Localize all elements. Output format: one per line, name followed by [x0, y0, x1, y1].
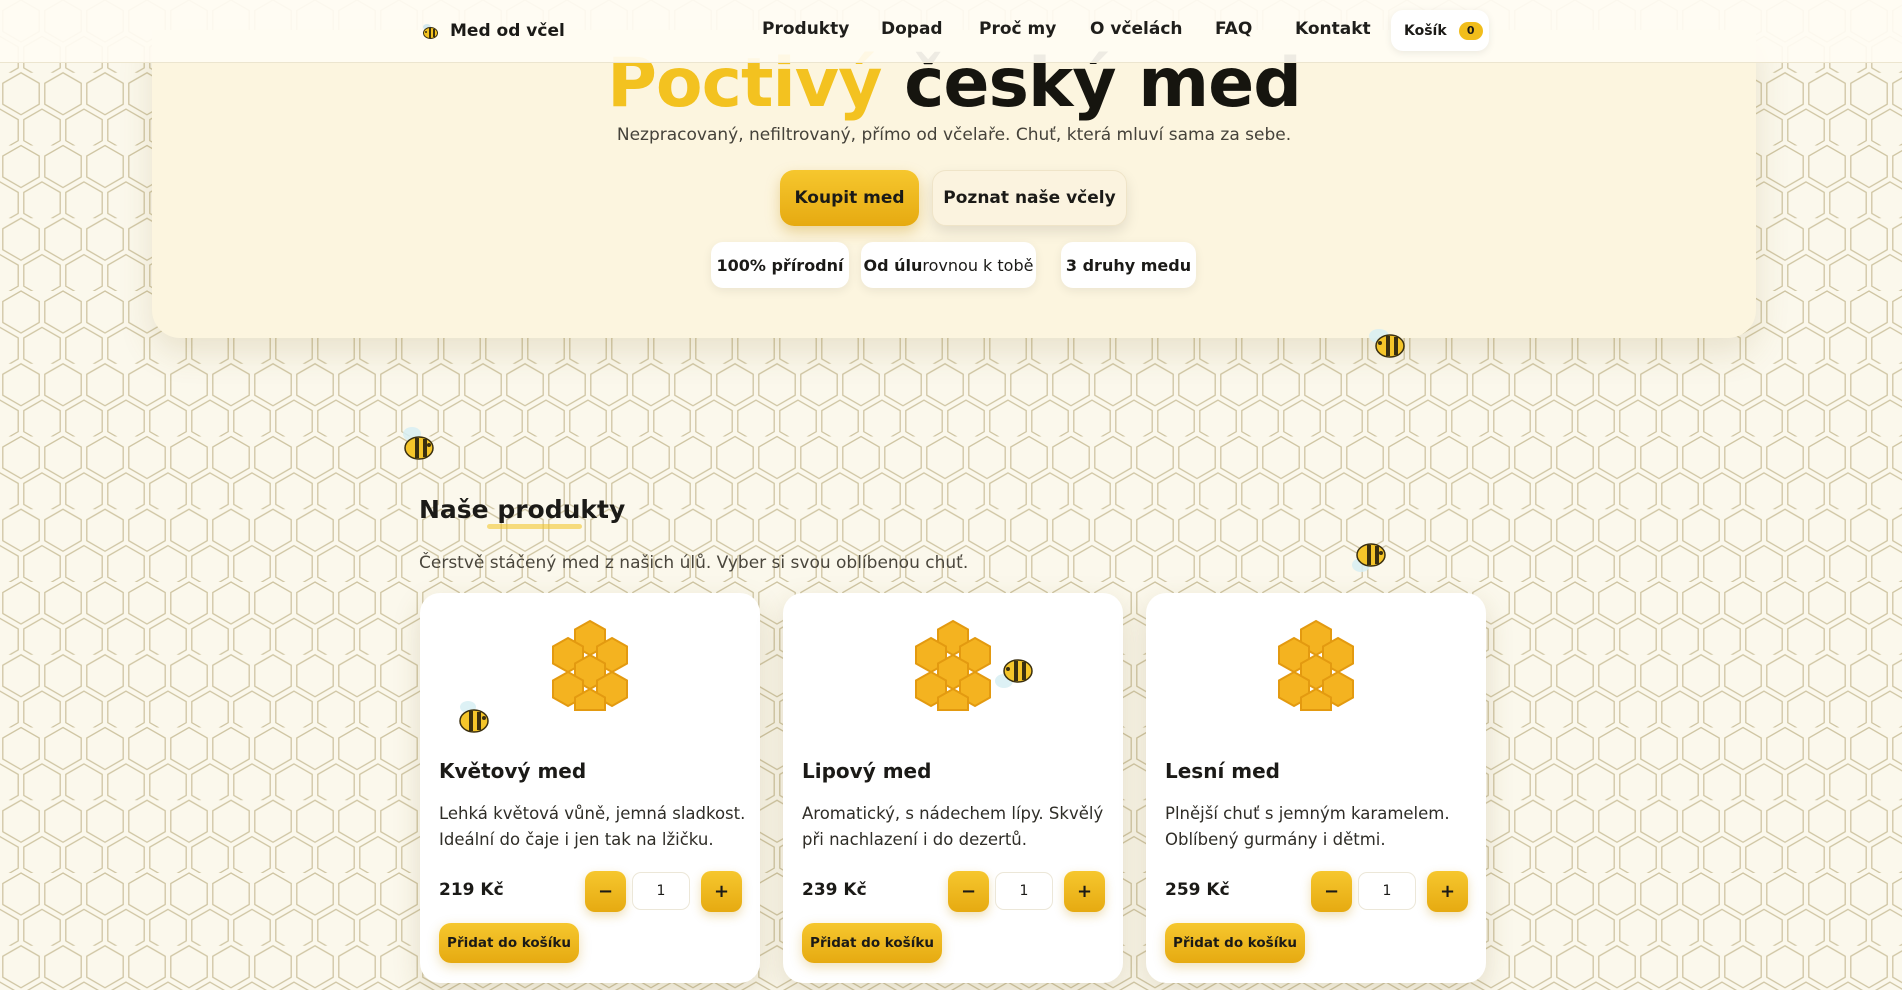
add-to-cart-button[interactable]: Přidat do košíku	[439, 923, 579, 963]
hero-section: Poctivý český med Nezpracovaný, nefiltro…	[152, 30, 1756, 338]
cart-count-badge: 0	[1458, 21, 1483, 40]
product-name: Květový med	[439, 759, 587, 783]
chip-from-hive: Od úlu rovnou k tobě	[861, 242, 1036, 288]
products-section-title: Naše produkty	[419, 495, 626, 524]
product-card: Lipový med Aromatický, s nádechem lípy. …	[783, 593, 1123, 983]
chip-from-hive-rest: rovnou k tobě	[922, 255, 1034, 275]
meet-bees-button[interactable]: Poznat naše včely	[932, 170, 1127, 226]
product-card: Květový med Lehká květová vůně, jemná sl…	[420, 593, 760, 983]
quantity-plus-button[interactable]: +	[1064, 871, 1105, 912]
product-description: Lehká květová vůně, jemná sladkost. Ideá…	[439, 804, 746, 849]
add-to-cart-button[interactable]: Přidat do košíku	[1165, 923, 1305, 963]
cart-button[interactable]: Košík 0	[1391, 10, 1489, 51]
honeycomb-icon	[915, 619, 991, 711]
product-description: Aromatický, s nádechem lípy. Skvělý při …	[802, 804, 1104, 849]
product-name: Lipový med	[802, 759, 932, 783]
bee-icon	[995, 659, 1033, 688]
chip-natural: 100% přírodní	[711, 242, 849, 288]
honeycomb-icon	[1278, 619, 1354, 711]
nav-link-kontakt[interactable]: Kontakt	[1295, 19, 1371, 39]
bee-icon	[403, 427, 434, 460]
nav-link-o-vcelach[interactable]: O včelách	[1090, 19, 1183, 39]
product-price: 239 Kč	[802, 880, 867, 900]
chip-from-hive-bold: Od úlu	[863, 255, 923, 275]
nav-link-produkty[interactable]: Produkty	[762, 19, 849, 39]
quantity-input[interactable]	[1358, 872, 1416, 910]
nav-link-dopad[interactable]: Dopad	[881, 19, 943, 39]
section-title-underline	[487, 524, 582, 529]
quantity-minus-button[interactable]: −	[585, 871, 626, 912]
nav-link-proc-my[interactable]: Proč my	[979, 19, 1056, 39]
bee-icon	[1369, 329, 1405, 358]
cart-label: Košík	[1404, 22, 1447, 39]
quantity-minus-button[interactable]: −	[948, 871, 989, 912]
products-section-subtitle: Čerstvě stáčený med z našich úlů. Vyber …	[419, 553, 969, 573]
chip-natural-bold: 100% přírodní	[716, 255, 844, 275]
brand-name: Med od včel	[450, 21, 565, 41]
buy-honey-button[interactable]: Koupit med	[780, 170, 919, 226]
add-to-cart-button[interactable]: Přidat do košíku	[802, 923, 942, 963]
bee-icon	[459, 701, 489, 733]
hero-subtitle: Nezpracovaný, nefiltrovaný, přímo od vče…	[616, 125, 1292, 145]
chip-three-kinds-bold: 3 druhy medu	[1065, 255, 1192, 275]
product-name: Lesní med	[1165, 759, 1280, 783]
product-price: 219 Kč	[439, 880, 504, 900]
chip-three-kinds: 3 druhy medu	[1061, 242, 1196, 288]
product-description: Plnější chuť s jemným karamelem. Oblíben…	[1165, 804, 1450, 849]
quantity-minus-button[interactable]: −	[1311, 871, 1352, 912]
quantity-input[interactable]	[632, 872, 690, 910]
bee-icon	[423, 24, 438, 39]
quantity-input[interactable]	[995, 872, 1053, 910]
quantity-plus-button[interactable]: +	[1427, 871, 1468, 912]
honeycomb-icon	[552, 619, 628, 711]
product-card: Lesní med Plnější chuť s jemným karamele…	[1146, 593, 1486, 983]
bee-icon	[1352, 543, 1386, 572]
nav-link-faq[interactable]: FAQ	[1215, 19, 1252, 39]
brand-logo[interactable]: Med od včel	[420, 18, 565, 44]
product-price: 259 Kč	[1165, 880, 1230, 900]
quantity-plus-button[interactable]: +	[701, 871, 742, 912]
top-navigation: Med od včel Produkty Dopad Proč my O vče…	[0, 0, 1902, 63]
